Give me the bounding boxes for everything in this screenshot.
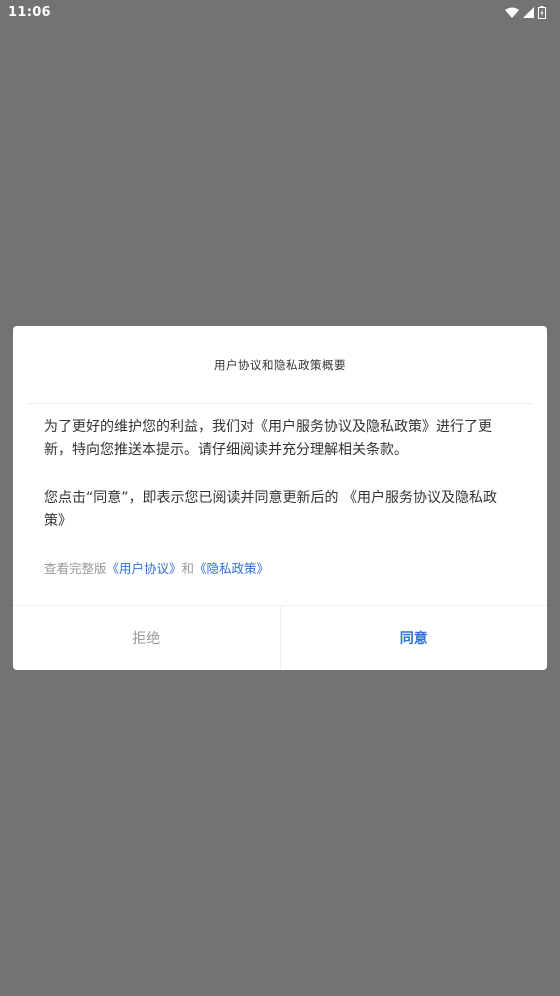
battery-icon xyxy=(538,5,546,19)
full-version-links: 查看完整版《用户协议》和《隐私政策》 xyxy=(44,560,517,578)
title-divider xyxy=(27,403,533,404)
dialog-body: 为了更好的维护您的利益，我们对《用户服务协议及隐私政策》进行了更新，特向您推送本… xyxy=(44,416,517,578)
update-notice-text: 为了更好的维护您的利益，我们对《用户服务协议及隐私政策》进行了更新，特向您推送本… xyxy=(44,419,492,458)
status-time: 11:06 xyxy=(8,4,51,20)
status-icons xyxy=(505,5,546,19)
links-joiner: 和 xyxy=(181,561,195,576)
agree-button[interactable]: 同意 xyxy=(280,606,547,670)
dialog-title: 用户协议和隐私政策概要 xyxy=(214,357,346,372)
agreement-dialog: 用户协议和隐私政策概要 为了更好的维护您的利益，我们对《用户服务协议及隐私政策》… xyxy=(13,326,547,670)
user-agreement-link[interactable]: 《用户协议》 xyxy=(107,561,182,576)
reject-button[interactable]: 拒绝 xyxy=(13,606,281,670)
consent-notice-text: 您点击“同意”，即表示您已阅读并同意更新后的 《用户服务协议及隐私政策》 xyxy=(44,490,497,529)
links-prefix: 查看完整版 xyxy=(44,561,107,576)
wifi-icon xyxy=(505,7,519,18)
dialog-buttons: 拒绝 同意 xyxy=(13,606,547,670)
privacy-policy-link[interactable]: 《隐私政策》 xyxy=(194,561,269,576)
signal-icon xyxy=(523,6,534,18)
status-bar: 11:06 xyxy=(0,0,560,24)
